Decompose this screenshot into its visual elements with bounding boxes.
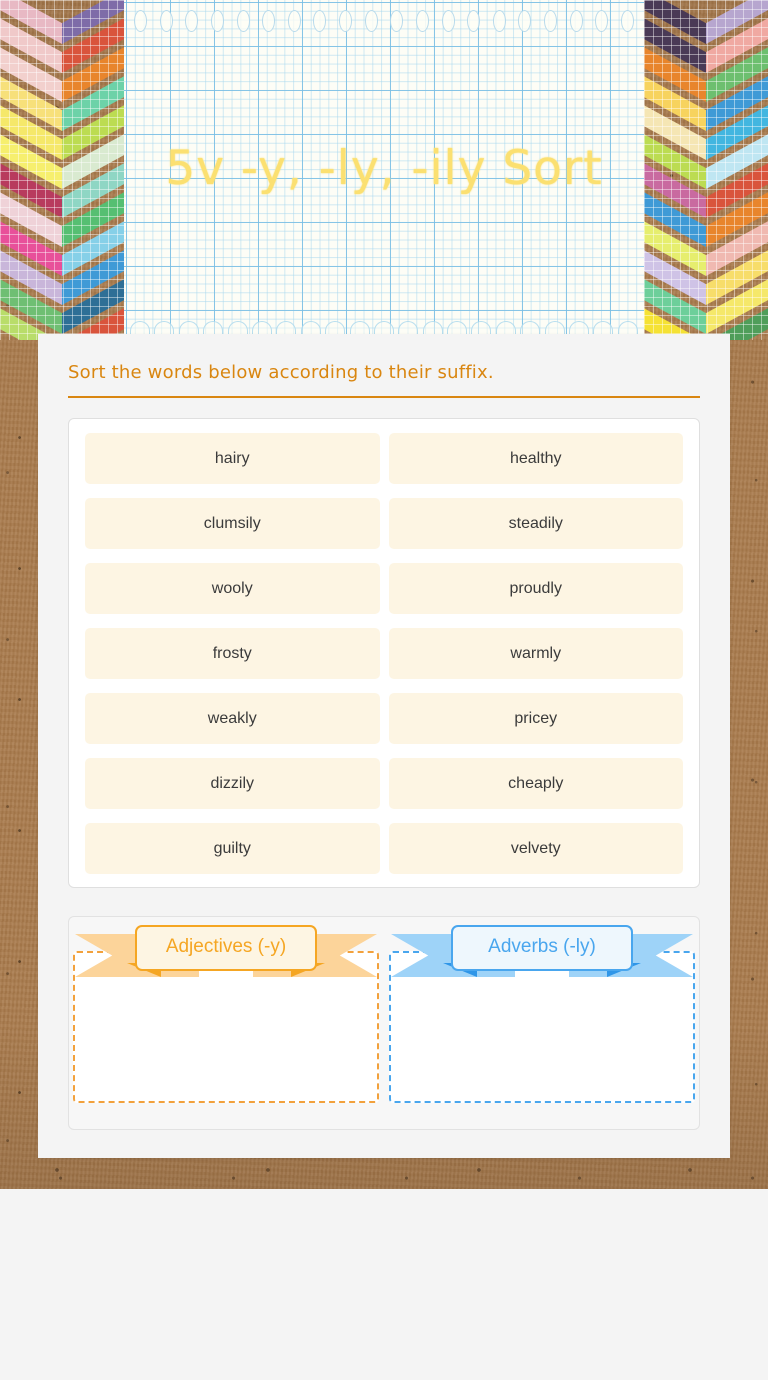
word-tile[interactable]: velvety <box>388 823 683 874</box>
chevron-border-left <box>0 0 124 340</box>
instruction-text: Sort the words below according to their … <box>68 362 494 383</box>
word-tile[interactable]: guilty <box>85 823 380 874</box>
word-tile[interactable]: healthy <box>388 433 683 484</box>
drop-zone-adverbs[interactable]: Adverbs (-ly) <box>389 925 695 1103</box>
worksheet-card: Sort the words below according to their … <box>38 334 730 1158</box>
word-tile[interactable]: hairy <box>85 433 380 484</box>
word-tile[interactable]: warmly <box>388 628 683 679</box>
drop-zone-adjectives[interactable]: Adjectives (-y) <box>73 925 379 1103</box>
page-title: 5v -y, -ly, -ily Sort <box>165 140 603 196</box>
word-tile[interactable]: pricey <box>388 693 683 744</box>
word-tile[interactable]: steadily <box>388 498 683 549</box>
instruction-divider <box>68 396 700 398</box>
drop-zone-label-adjectives: Adjectives (-y) <box>135 925 317 971</box>
word-tile[interactable]: wooly <box>85 563 380 614</box>
drop-zone-panel: Adjectives (-y) Adverbs (-ly) <box>68 916 700 1130</box>
chevron-border-right <box>644 0 768 340</box>
word-tile[interactable]: cheaply <box>388 758 683 809</box>
word-tile[interactable]: weakly <box>85 693 380 744</box>
drop-zone-label-adverbs: Adverbs (-ly) <box>451 925 633 971</box>
word-tile[interactable]: proudly <box>388 563 683 614</box>
word-tile[interactable]: clumsily <box>85 498 380 549</box>
header-banner: 5v -y, -ly, -ily Sort <box>0 0 768 340</box>
word-tile[interactable]: frosty <box>85 628 380 679</box>
worksheet-page: 5v -y, -ly, -ily Sort Sort the words bel… <box>0 0 768 1380</box>
word-tile[interactable]: dizzily <box>85 758 380 809</box>
word-bank-panel: hairy healthy clumsily steadily wooly proudly… <box>68 418 700 888</box>
ribbon-adjectives: Adjectives (-y) <box>73 925 379 985</box>
ribbon-adverbs: Adverbs (-ly) <box>389 925 695 985</box>
